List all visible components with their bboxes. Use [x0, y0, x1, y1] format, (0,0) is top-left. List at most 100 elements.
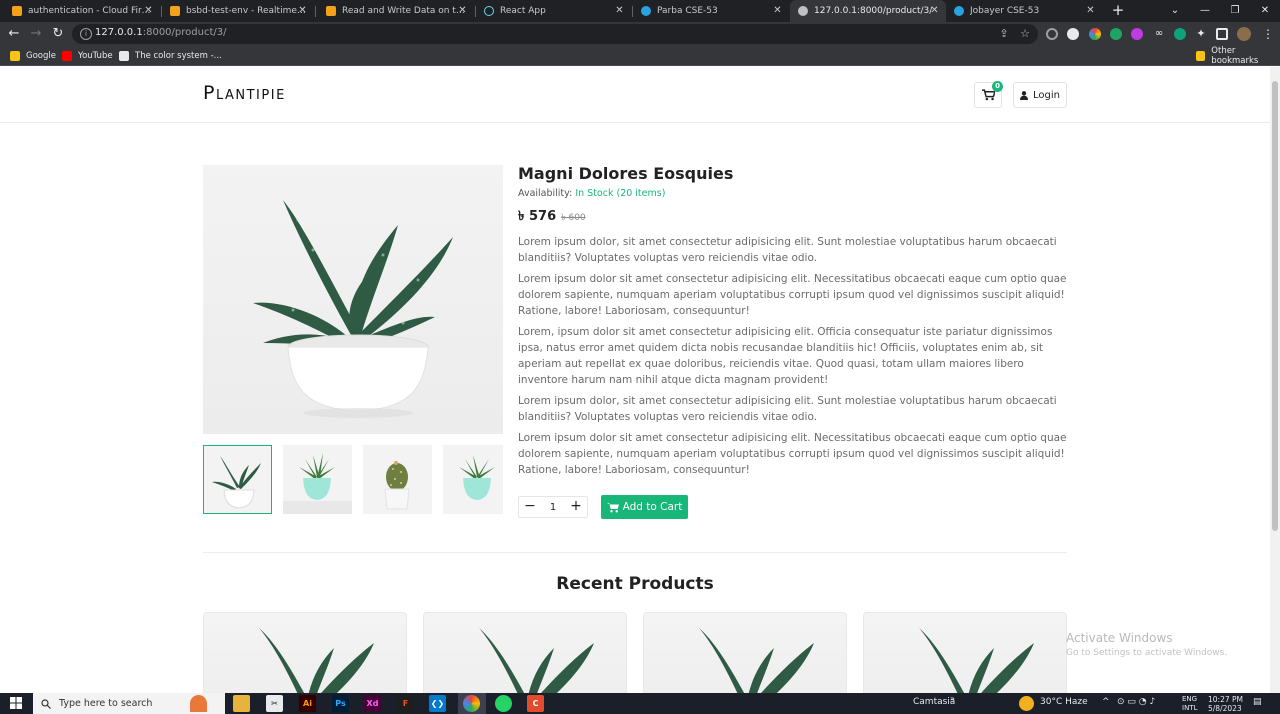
youtube-icon: [62, 51, 72, 61]
site-logo[interactable]: Plantipie: [203, 82, 286, 104]
chrome-extension-icon[interactable]: [1089, 28, 1101, 40]
recent-product-card[interactable]: [863, 612, 1067, 693]
bookmark-star-icon[interactable]: ☆: [1018, 27, 1032, 41]
browser-toolbar: ← → ↻ i 127.0.0.1:8000/product/3/ ⇪ ☆ ∞ …: [0, 22, 1280, 46]
browser-tab[interactable]: React App ✕: [476, 0, 631, 22]
product-title: Magni Dolores Eosquies: [518, 164, 734, 183]
browser-tab[interactable]: bsbd-test-env - Realtime Databa ✕: [162, 0, 314, 22]
language-code: ENG: [1182, 695, 1198, 703]
illustrator-icon[interactable]: Ai: [299, 695, 316, 712]
profile-avatar[interactable]: [1237, 27, 1251, 41]
weather-haze-icon[interactable]: [1019, 696, 1034, 711]
extension-icon[interactable]: [1110, 28, 1122, 40]
share-icon[interactable]: ⇪: [997, 27, 1011, 41]
chevron-up-icon[interactable]: ^: [1102, 697, 1110, 707]
aloe-plant-image: [253, 200, 453, 418]
cactus-thumb: [384, 461, 410, 510]
snipping-tool-icon[interactable]: ✂: [266, 695, 283, 712]
address-url[interactable]: 127.0.0.1:8000/product/3/: [95, 27, 226, 38]
bookmark-youtube[interactable]: YouTube: [62, 49, 113, 63]
extension-icon[interactable]: [1174, 28, 1186, 40]
close-tab-icon[interactable]: ✕: [929, 5, 940, 16]
browser-tab[interactable]: Read and Write Data on the Web ✕: [318, 0, 474, 22]
language-indicator[interactable]: ENG INTL: [1182, 695, 1197, 713]
add-to-cart-button[interactable]: Add to Cart: [601, 495, 688, 519]
browser-tab-strip: authentication - Cloud Firestore ✕ bsbd-…: [0, 0, 1280, 22]
browser-tab[interactable]: Jobayer CSE-53 ✕: [946, 0, 1102, 22]
thumbnail-succulent-teal-2[interactable]: [443, 445, 503, 514]
browser-menu-icon[interactable]: ⋮: [1259, 25, 1277, 43]
side-panel-icon[interactable]: [1216, 28, 1228, 40]
extension-icon[interactable]: [1046, 28, 1058, 40]
extension-icon[interactable]: [1131, 28, 1143, 40]
notification-icon[interactable]: ▤: [1253, 697, 1262, 707]
extension-gear-icon[interactable]: [1067, 28, 1079, 40]
page-scrollbar[interactable]: [1270, 67, 1280, 693]
adobe-xd-icon[interactable]: Xd: [364, 695, 381, 712]
tab-label: 127.0.0.1:8000/product/3/: [814, 6, 933, 16]
thumbnail-aloe[interactable]: [203, 445, 272, 514]
recent-product-card[interactable]: [643, 612, 847, 693]
bookmark-google[interactable]: Google: [10, 49, 56, 63]
figma-icon[interactable]: F: [397, 695, 414, 712]
close-tab-icon[interactable]: ✕: [297, 5, 308, 16]
react-icon: [484, 6, 494, 16]
bookmark-label: Other bookmarks: [1211, 46, 1259, 66]
browser-tab-active[interactable]: 127.0.0.1:8000/product/3/ ✕: [790, 0, 946, 22]
close-tab-icon[interactable]: ✕: [457, 5, 468, 16]
tab-divider: [315, 6, 316, 17]
thumbnail-cactus[interactable]: [363, 445, 432, 514]
address-bar[interactable]: i 127.0.0.1:8000/product/3/ ⇪ ☆: [72, 24, 1038, 44]
windows-start-icon[interactable]: [10, 697, 22, 709]
weather-readout[interactable]: 30°C Haze: [1040, 697, 1088, 707]
page-icon: [119, 51, 129, 61]
site-info-icon[interactable]: i: [80, 28, 92, 40]
recent-product-card[interactable]: [423, 612, 627, 693]
vscode-icon[interactable]: ❮❯: [429, 695, 446, 712]
increase-quantity-button[interactable]: +: [565, 496, 587, 518]
chrome-icon[interactable]: [463, 695, 480, 712]
close-window-button[interactable]: ✕: [1250, 0, 1280, 22]
whatsapp-icon[interactable]: [495, 695, 512, 712]
browser-tab[interactable]: Parba CSE-53 ✕: [633, 0, 789, 22]
photoshop-icon[interactable]: Ps: [332, 695, 349, 712]
mountain-app-icon[interactable]: [190, 695, 207, 712]
reload-icon[interactable]: ↻: [49, 25, 67, 43]
chevron-right-icon[interactable]: »: [950, 694, 955, 703]
minimize-window-button[interactable]: —: [1190, 0, 1220, 22]
maximize-window-button[interactable]: ❐: [1220, 0, 1250, 22]
aloe-plant-image: [259, 628, 374, 693]
keyboard-layout: INTL: [1182, 704, 1198, 712]
bookmark-color-system[interactable]: The color system -...: [119, 49, 222, 63]
availability-label: Availability:: [518, 188, 573, 199]
close-tab-icon[interactable]: ✕: [614, 5, 625, 16]
system-clock[interactable]: 10:27 PM 5/8/2023: [1208, 695, 1243, 713]
decrease-quantity-button[interactable]: −: [519, 496, 541, 518]
file-explorer-icon[interactable]: [233, 695, 250, 712]
telegram-icon: [641, 6, 651, 16]
back-arrow-icon[interactable]: ←: [5, 25, 23, 43]
recent-product-card[interactable]: [203, 612, 407, 693]
tab-search-chevron-icon[interactable]: ⌄: [1160, 0, 1190, 22]
bookmark-label: The color system -...: [135, 51, 222, 61]
browser-tab[interactable]: authentication - Cloud Firestore ✕: [4, 0, 160, 22]
camtasia-toolbar-label[interactable]: Camtasia: [913, 697, 955, 707]
forward-arrow-icon[interactable]: →: [27, 25, 45, 43]
quantity-value[interactable]: 1: [541, 502, 565, 513]
close-tab-icon[interactable]: ✕: [772, 5, 783, 16]
search-icon: [41, 698, 51, 709]
scrollbar-thumb[interactable]: [1272, 81, 1278, 531]
description-paragraph: Lorem ipsum dolor, sit amet consectetur …: [518, 236, 1057, 264]
tray-icons[interactable]: ⊙ ▭ ◔ ♪: [1117, 697, 1155, 707]
bookmark-other[interactable]: Other bookmarks: [1196, 46, 1280, 66]
close-tab-icon[interactable]: ✕: [143, 5, 154, 16]
camtasia-icon[interactable]: C: [527, 695, 544, 712]
new-tab-button[interactable]: +: [1109, 1, 1127, 19]
glasses-extension-icon[interactable]: ∞: [1153, 28, 1165, 40]
thumbnail-succulent-teal[interactable]: [283, 445, 352, 514]
globe-icon: [798, 6, 808, 16]
close-tab-icon[interactable]: ✕: [1085, 5, 1096, 16]
clock-time: 10:27 PM: [1208, 695, 1243, 704]
login-button[interactable]: Login: [1013, 82, 1067, 108]
puzzle-extensions-icon[interactable]: ✦: [1195, 28, 1207, 40]
